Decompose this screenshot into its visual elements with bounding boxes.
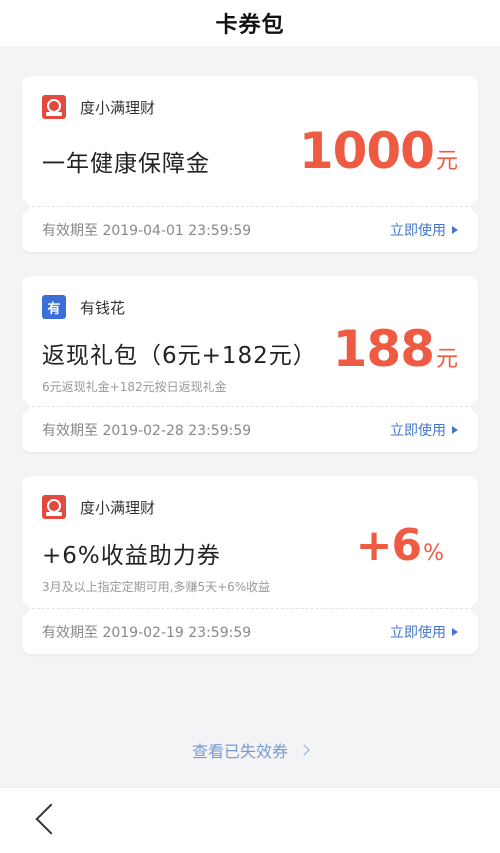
coupon-amount: 188 元 — [333, 320, 458, 378]
use-now-link[interactable]: 立即使用 — [390, 220, 458, 240]
view-expired-label: 查看已失效券 — [191, 742, 288, 761]
coupon-brand: 度小满理财 — [80, 498, 156, 517]
coupon-subtitle: 3月及以上指定定期可用,多赚5天+6%收益 — [42, 580, 271, 594]
use-now-label: 立即使用 — [390, 624, 446, 641]
triangle-right-icon — [452, 425, 458, 434]
duxiaoman-logo-icon — [42, 95, 66, 119]
triangle-right-icon — [452, 627, 458, 636]
coupon-brand: 度小满理财 — [80, 98, 156, 117]
page-title: 卡券包 — [215, 13, 285, 38]
coupon-expiry: 有效期至 2019-04-01 23:59:59 — [42, 222, 252, 239]
use-now-link[interactable]: 立即使用 — [390, 622, 458, 642]
chevron-right-icon — [298, 744, 310, 756]
coupon-amount-unit: 元 — [435, 347, 458, 372]
coupon-amount-value: 188 — [332, 320, 435, 378]
use-now-link[interactable]: 立即使用 — [390, 420, 458, 440]
coupon-subtitle: 6元返现礼金+182元按日返现礼金 — [42, 380, 227, 394]
triangle-right-icon — [452, 225, 458, 234]
coupon-expiry: 有效期至 2019-02-28 23:59:59 — [42, 422, 252, 439]
coupon-amount-value: +6 — [355, 520, 422, 571]
use-now-label: 立即使用 — [390, 422, 446, 439]
coupon-card[interactable]: 有 有钱花 返现礼包（6元+182元） 6元返现礼金+182元按日返现礼金 18… — [15, 276, 485, 452]
youqianhua-logo-icon: 有 — [42, 295, 66, 319]
coupon-card[interactable]: 度小满理财 +6%收益助力券 3月及以上指定定期可用,多赚5天+6%收益 +6 … — [15, 476, 485, 654]
view-expired-coupons-link[interactable]: 查看已失效券 — [0, 738, 500, 762]
coupon-amount: 1000 元 — [299, 122, 458, 180]
duxiaoman-logo-icon — [42, 495, 66, 519]
top-nav-bar: 卡券包 — [0, 0, 500, 46]
coupon-amount-value: 1000 — [298, 122, 435, 180]
back-arrow-icon[interactable] — [35, 803, 67, 835]
use-now-label: 立即使用 — [390, 222, 446, 239]
coupon-amount-unit: % — [423, 541, 444, 566]
coupon-brand: 有钱花 — [80, 298, 126, 317]
coupon-expiry: 有效期至 2019-02-19 23:59:59 — [42, 624, 252, 641]
coupon-card[interactable]: 度小满理财 一年健康保障金 1000 元 有效期至 2019-04-01 23:… — [15, 76, 485, 252]
coupon-amount: +6 % — [356, 520, 444, 571]
bottom-toolbar — [0, 787, 500, 853]
coupon-amount-unit: 元 — [435, 149, 458, 174]
